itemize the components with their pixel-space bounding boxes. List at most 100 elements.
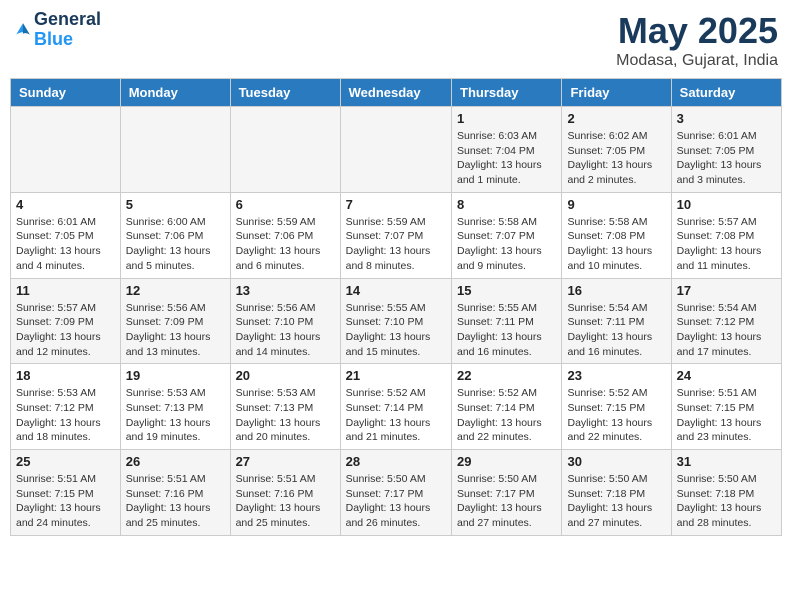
day-info: Sunrise: 5:51 AM Sunset: 7:16 PM Dayligh… xyxy=(126,472,225,531)
calendar-cell xyxy=(11,107,121,193)
day-info: Sunrise: 5:53 AM Sunset: 7:12 PM Dayligh… xyxy=(16,386,115,445)
calendar-cell: 22 Sunrise: 5:52 AM Sunset: 7:14 PM Dayli… xyxy=(452,364,562,450)
day-number: 27 xyxy=(236,454,335,469)
day-info: Sunrise: 5:51 AM Sunset: 7:16 PM Dayligh… xyxy=(236,472,335,531)
day-info: Sunrise: 5:50 AM Sunset: 7:18 PM Dayligh… xyxy=(677,472,776,531)
day-info: Sunrise: 5:53 AM Sunset: 7:13 PM Dayligh… xyxy=(126,386,225,445)
day-info: Sunrise: 5:51 AM Sunset: 7:15 PM Dayligh… xyxy=(677,386,776,445)
calendar-cell: 19Sunrise: 5:53 AM Sunset: 7:13 PM Dayli… xyxy=(120,364,230,450)
day-number: 30 xyxy=(567,454,665,469)
day-info: Sunrise: 5:53 AM Sunset: 7:13 PM Dayligh… xyxy=(236,386,335,445)
month-title: May 2025 xyxy=(616,10,778,52)
day-info: Sunrise: 5:52 AM Sunset: 7:14 PM Dayligh… xyxy=(457,386,556,445)
calendar-cell: 23 Sunrise: 5:52 AM Sunset: 7:15 PM Dayli… xyxy=(562,364,671,450)
day-number: 6 xyxy=(236,197,335,212)
day-info: Sunrise: 6:01 AM Sunset: 7:05 PM Dayligh… xyxy=(16,215,115,274)
day-info: Sunrise: 5:50 AM Sunset: 7:17 PM Dayligh… xyxy=(346,472,446,531)
day-number: 18 xyxy=(16,368,115,383)
weekday-header: Tuesday xyxy=(230,79,340,107)
calendar-cell: 5 Sunrise: 6:00 AM Sunset: 7:06 PM Daylig… xyxy=(120,192,230,278)
calendar-cell: 4 Sunrise: 6:01 AM Sunset: 7:05 PM Daylig… xyxy=(11,192,121,278)
weekday-header: Thursday xyxy=(452,79,562,107)
day-info: Sunrise: 5:59 AM Sunset: 7:06 PM Dayligh… xyxy=(236,215,335,274)
day-number: 28 xyxy=(346,454,446,469)
day-number: 15 xyxy=(457,283,556,298)
day-number: 24 xyxy=(677,368,776,383)
calendar-cell: 1 Sunrise: 6:03 AM Sunset: 7:04 PM Daylig… xyxy=(452,107,562,193)
day-number: 12 xyxy=(126,283,225,298)
day-number: 25 xyxy=(16,454,115,469)
day-info: Sunrise: 5:52 AM Sunset: 7:15 PM Dayligh… xyxy=(567,386,665,445)
day-info: Sunrise: 5:56 AM Sunset: 7:09 PM Dayligh… xyxy=(126,301,225,360)
calendar-cell: 7 Sunrise: 5:59 AM Sunset: 7:07 PM Daylig… xyxy=(340,192,451,278)
calendar-cell: 31Sunrise: 5:50 AM Sunset: 7:18 PM Dayli… xyxy=(671,450,781,536)
calendar-cell: 30 Sunrise: 5:50 AM Sunset: 7:18 PM Dayli… xyxy=(562,450,671,536)
day-number: 22 xyxy=(457,368,556,383)
day-info: Sunrise: 5:52 AM Sunset: 7:14 PM Dayligh… xyxy=(346,386,446,445)
location: Modasa, Gujarat, India xyxy=(616,52,778,70)
day-info: Sunrise: 5:50 AM Sunset: 7:18 PM Dayligh… xyxy=(567,472,665,531)
calendar-cell: 2 Sunrise: 6:02 AM Sunset: 7:05 PM Daylig… xyxy=(562,107,671,193)
calendar-cell: 13 Sunrise: 5:56 AM Sunset: 7:10 PM Dayli… xyxy=(230,278,340,364)
day-info: Sunrise: 5:55 AM Sunset: 7:11 PM Dayligh… xyxy=(457,301,556,360)
calendar-cell: 29 Sunrise: 5:50 AM Sunset: 7:17 PM Dayli… xyxy=(452,450,562,536)
day-number: 11 xyxy=(16,283,115,298)
calendar-cell: 12 Sunrise: 5:56 AM Sunset: 7:09 PM Dayli… xyxy=(120,278,230,364)
calendar-cell: 27 Sunrise: 5:51 AM Sunset: 7:16 PM Dayli… xyxy=(230,450,340,536)
logo-icon xyxy=(14,21,32,39)
day-number: 5 xyxy=(126,197,225,212)
calendar-cell: 25Sunrise: 5:51 AM Sunset: 7:15 PM Dayli… xyxy=(11,450,121,536)
day-info: Sunrise: 6:00 AM Sunset: 7:06 PM Dayligh… xyxy=(126,215,225,274)
weekday-header: Monday xyxy=(120,79,230,107)
day-number: 26 xyxy=(126,454,225,469)
calendar-cell: 11 Sunrise: 5:57 AM Sunset: 7:09 PM Dayli… xyxy=(11,278,121,364)
calendar-cell: 10 Sunrise: 5:57 AM Sunset: 7:08 PM Dayli… xyxy=(671,192,781,278)
day-info: Sunrise: 6:02 AM Sunset: 7:05 PM Dayligh… xyxy=(567,129,665,188)
day-info: Sunrise: 6:03 AM Sunset: 7:04 PM Dayligh… xyxy=(457,129,556,188)
logo-text: GeneralBlue xyxy=(34,10,101,50)
day-number: 1 xyxy=(457,111,556,126)
calendar-week-row: 25Sunrise: 5:51 AM Sunset: 7:15 PM Dayli… xyxy=(11,450,782,536)
weekday-header: Sunday xyxy=(11,79,121,107)
day-number: 16 xyxy=(567,283,665,298)
day-number: 7 xyxy=(346,197,446,212)
day-number: 4 xyxy=(16,197,115,212)
day-info: Sunrise: 5:57 AM Sunset: 7:08 PM Dayligh… xyxy=(677,215,776,274)
weekday-header: Friday xyxy=(562,79,671,107)
weekday-header: Saturday xyxy=(671,79,781,107)
calendar-cell: 21 Sunrise: 5:52 AM Sunset: 7:14 PM Dayli… xyxy=(340,364,451,450)
calendar-cell xyxy=(120,107,230,193)
page-header: GeneralBlue May 2025 Modasa, Gujarat, In… xyxy=(10,10,782,70)
day-number: 8 xyxy=(457,197,556,212)
day-info: Sunrise: 5:58 AM Sunset: 7:07 PM Dayligh… xyxy=(457,215,556,274)
day-info: Sunrise: 5:50 AM Sunset: 7:17 PM Dayligh… xyxy=(457,472,556,531)
calendar-week-row: 4 Sunrise: 6:01 AM Sunset: 7:05 PM Daylig… xyxy=(11,192,782,278)
day-number: 13 xyxy=(236,283,335,298)
day-number: 21 xyxy=(346,368,446,383)
day-number: 9 xyxy=(567,197,665,212)
title-block: May 2025 Modasa, Gujarat, India xyxy=(616,10,778,70)
day-number: 29 xyxy=(457,454,556,469)
calendar-cell: 26 Sunrise: 5:51 AM Sunset: 7:16 PM Dayli… xyxy=(120,450,230,536)
calendar-cell: 28 Sunrise: 5:50 AM Sunset: 7:17 PM Dayli… xyxy=(340,450,451,536)
day-info: Sunrise: 6:01 AM Sunset: 7:05 PM Dayligh… xyxy=(677,129,776,188)
calendar-week-row: 1 Sunrise: 6:03 AM Sunset: 7:04 PM Daylig… xyxy=(11,107,782,193)
day-number: 23 xyxy=(567,368,665,383)
calendar-cell: 9 Sunrise: 5:58 AM Sunset: 7:08 PM Daylig… xyxy=(562,192,671,278)
day-info: Sunrise: 5:57 AM Sunset: 7:09 PM Dayligh… xyxy=(16,301,115,360)
calendar-cell: 18 Sunrise: 5:53 AM Sunset: 7:12 PM Dayli… xyxy=(11,364,121,450)
calendar-table: SundayMondayTuesdayWednesdayThursdayFrid… xyxy=(10,78,782,536)
calendar-cell: 6 Sunrise: 5:59 AM Sunset: 7:06 PM Daylig… xyxy=(230,192,340,278)
day-info: Sunrise: 5:59 AM Sunset: 7:07 PM Dayligh… xyxy=(346,215,446,274)
calendar-cell: 15 Sunrise: 5:55 AM Sunset: 7:11 PM Dayli… xyxy=(452,278,562,364)
day-number: 10 xyxy=(677,197,776,212)
day-info: Sunrise: 5:58 AM Sunset: 7:08 PM Dayligh… xyxy=(567,215,665,274)
day-number: 2 xyxy=(567,111,665,126)
day-info: Sunrise: 5:56 AM Sunset: 7:10 PM Dayligh… xyxy=(236,301,335,360)
day-info: Sunrise: 5:54 AM Sunset: 7:11 PM Dayligh… xyxy=(567,301,665,360)
calendar-cell: 16 Sunrise: 5:54 AM Sunset: 7:11 PM Dayli… xyxy=(562,278,671,364)
calendar-cell xyxy=(230,107,340,193)
calendar-cell xyxy=(340,107,451,193)
day-number: 3 xyxy=(677,111,776,126)
day-number: 20 xyxy=(236,368,335,383)
